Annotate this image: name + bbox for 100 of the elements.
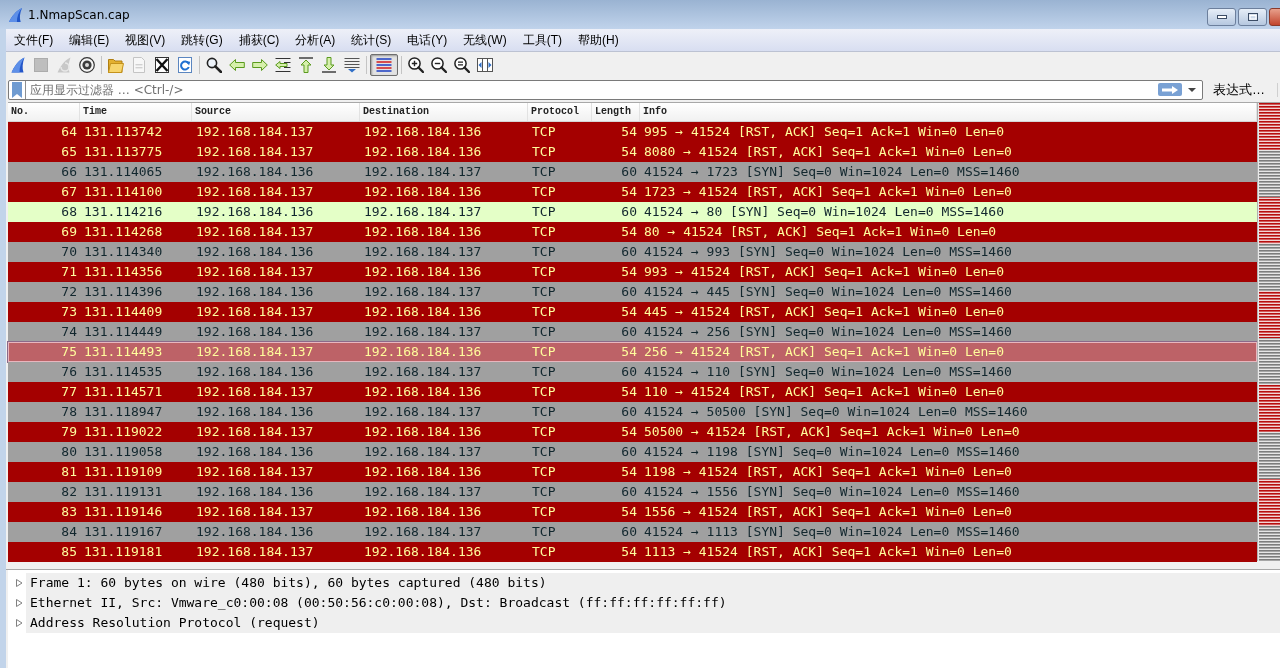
packet-row[interactable]: 66 131.114065 192.168.184.136 192.168.184.137 TCP 60 41524 → 1723 [SYN] Seq=0 Win=1024 Len=0 MSS=1460 — [8, 162, 1257, 182]
menu-item[interactable]: 工具(T) — [514, 29, 570, 51]
table-cell-text: 71 — [60, 263, 78, 281]
column-header[interactable]: Source — [192, 103, 360, 121]
menu-item[interactable]: 文件(F) — [6, 29, 62, 51]
menu-item[interactable]: 视图(V) — [117, 29, 174, 51]
expression-button[interactable]: 表达式… — [1209, 80, 1269, 99]
table-cell-text: 192.168.184.137 — [363, 403, 483, 421]
table-cell-text: 192.168.184.136 — [363, 303, 483, 321]
menu-item[interactable]: 统计(S) — [343, 29, 400, 51]
packet-row[interactable]: 80 131.119058 192.168.184.136 192.168.184.137 TCP 60 41524 → 1198 [SYN] Seq=0 Win=1024 Len=0 MSS=1460 — [8, 442, 1257, 462]
tree-arrow-icon[interactable] — [15, 599, 23, 607]
table-cell-text: 54 — [620, 383, 638, 401]
tree-item[interactable]: Ethernet II, Src: Vmware_c0:00:08 (00:50:56:c0:00:08), Dst: Broadcast (ff:ff:ff:ff:ff:ff) — [26, 593, 1280, 613]
packet-row[interactable]: 73 131.114409 192.168.184.137 192.168.184.136 TCP 54 445 → 41524 [RST, ACK] Seq=1 Ack=1 Win=0 Len=0 — [8, 302, 1257, 322]
minimize-button[interactable] — [1207, 8, 1236, 26]
table-cell-text: 192.168.184.137 — [363, 163, 483, 181]
packet-row[interactable]: 76 131.114535 192.168.184.136 192.168.184.137 TCP 60 41524 → 110 [SYN] Seq=0 Win=1024 Len=0 MSS=1460 — [8, 362, 1257, 382]
table-cell-text: 60 — [620, 363, 638, 381]
table-cell-text: TCP — [531, 403, 557, 421]
table-cell-text: TCP — [531, 523, 557, 541]
table-cell-text: 85 — [60, 543, 78, 561]
table-cell-text: TCP — [531, 343, 557, 361]
table-cell-text: 131.114409 — [83, 303, 164, 321]
packet-row[interactable]: 70 131.114340 192.168.184.136 192.168.184.137 TCP 60 41524 → 993 [SYN] Seq=0 Win=1024 Len=0 MSS=1460 — [8, 242, 1257, 262]
table-cell-text: 41524 → 110 [SYN] Seq=0 Win=1024 Len=0 MSS=1460 — [643, 363, 1013, 381]
table-cell-text: TCP — [531, 503, 557, 521]
colorize-button[interactable] — [370, 53, 398, 76]
table-cell-text: 41524 → 1198 [SYN] Seq=0 Win=1024 Len=0 MSS=1460 — [643, 443, 1021, 461]
table-cell-text: 83 — [60, 503, 78, 521]
table-cell-text: 192.168.184.136 — [195, 403, 315, 421]
table-cell-text: 66 — [60, 163, 78, 181]
tree-item[interactable]: Address Resolution Protocol (request) — [26, 613, 1280, 633]
packet-row[interactable]: 85 131.119181 192.168.184.137 192.168.184.136 TCP 54 1113 → 41524 [RST, ACK] Seq=1 Ack=1 Win=0 Len=0 — [8, 542, 1257, 562]
table-cell-text: 131.114065 — [83, 163, 164, 181]
table-cell-text: TCP — [531, 363, 557, 381]
packet-row[interactable]: 78 131.118947 192.168.184.136 192.168.184.137 TCP 60 41524 → 50500 [SYN] Seq=0 Win=1024 Len=0 MSS=1460 — [8, 402, 1257, 422]
packet-row[interactable]: 68 131.114216 192.168.184.136 192.168.184.137 TCP 60 41524 → 80 [SYN] Seq=0 Win=1024 Len=0 MSS=1460 — [8, 202, 1257, 222]
table-cell-text: TCP — [531, 223, 557, 241]
menu-item[interactable]: 电话(Y) — [399, 29, 456, 51]
packet-row[interactable]: 72 131.114396 192.168.184.136 192.168.184.137 TCP 60 41524 → 445 [SYN] Seq=0 Win=1024 Len=0 MSS=1460 — [8, 282, 1257, 302]
filter-text-input[interactable]: 应用显示过滤器 … <Ctrl-/> — [26, 81, 1158, 98]
tree-arrow-icon[interactable] — [15, 619, 23, 627]
table-cell-text: 192.168.184.137 — [195, 383, 315, 401]
table-cell-text: 54 — [620, 303, 638, 321]
column-header[interactable]: Destination — [360, 103, 528, 121]
table-cell-text: 192.168.184.136 — [195, 523, 315, 541]
packet-row[interactable]: 71 131.114356 192.168.184.137 192.168.184.136 TCP 54 993 → 41524 [RST, ACK] Seq=1 Ack=1 Win=0 Len=0 — [8, 262, 1257, 282]
left-arrow-icon — [229, 56, 245, 73]
table-cell-text: 68 — [60, 203, 78, 221]
stop-square-icon — [33, 56, 49, 73]
table-cell-text: 192.168.184.137 — [363, 283, 483, 301]
table-cell-text: TCP — [531, 543, 557, 561]
packet-row[interactable]: 83 131.119146 192.168.184.137 192.168.184.136 TCP 54 1556 → 41524 [RST, ACK] Seq=1 Ack=1 Win=0 Len=0 — [8, 502, 1257, 522]
packet-row[interactable]: 82 131.119131 192.168.184.136 192.168.184.137 TCP 60 41524 → 1556 [SYN] Seq=0 Win=1024 Len=0 MSS=1460 — [8, 482, 1257, 502]
zoom-in-icon — [408, 56, 424, 73]
table-cell-text: 131.114396 — [83, 283, 164, 301]
table-cell-text: 131.119167 — [83, 523, 164, 541]
table-cell-text: 192.168.184.136 — [363, 503, 483, 521]
column-header[interactable]: No. — [8, 103, 80, 121]
table-cell-text: 192.168.184.137 — [363, 483, 483, 501]
table-cell-text: 69 — [60, 223, 78, 241]
packet-row[interactable]: 77 131.114571 192.168.184.137 192.168.184.136 TCP 54 110 → 41524 [RST, ACK] Seq=1 Ack=1 Win=0 Len=0 — [8, 382, 1257, 402]
table-cell-text: 131.113775 — [83, 143, 164, 161]
menu-item[interactable]: 无线(W) — [455, 29, 515, 51]
packet-row[interactable]: 74 131.114449 192.168.184.136 192.168.184.137 TCP 60 41524 → 256 [SYN] Seq=0 Win=1024 Len=0 MSS=1460 — [8, 322, 1257, 342]
column-header[interactable]: Length — [592, 103, 640, 121]
packet-row[interactable]: 65 131.113775 192.168.184.137 192.168.184.136 TCP 54 8080 → 41524 [RST, ACK] Seq=1 Ack=1 Win=0 Len=0 — [8, 142, 1257, 162]
packet-row[interactable]: 84 131.119167 192.168.184.136 192.168.184.137 TCP 60 41524 → 1113 [SYN] Seq=0 Win=1024 Len=0 MSS=1460 — [8, 522, 1257, 542]
table-cell-text: 41524 → 1723 [SYN] Seq=0 Win=1024 Len=0 MSS=1460 — [643, 163, 1021, 181]
table-cell-text: 192.168.184.137 — [363, 443, 483, 461]
packet-minimap[interactable] — [1257, 103, 1280, 561]
table-cell-text: 1113 → 41524 [RST, ACK] Seq=1 Ack=1 Win=0 Len=0 — [643, 543, 1013, 561]
tree-arrow-icon[interactable] — [15, 579, 23, 587]
table-cell-text: 192.168.184.137 — [195, 463, 315, 481]
column-header[interactable]: Time — [80, 103, 192, 121]
packet-row[interactable]: 81 131.119109 192.168.184.137 192.168.184.136 TCP 54 1198 → 41524 [RST, ACK] Seq=1 Ack=1 Win=0 Len=0 — [8, 462, 1257, 482]
table-cell-text: 192.168.184.137 — [195, 303, 315, 321]
packet-row[interactable]: 69 131.114268 192.168.184.137 192.168.184.136 TCP 54 80 → 41524 [RST, ACK] Seq=1 Ack=1 Win=0 Len=0 — [8, 222, 1257, 242]
menu-item[interactable]: 捕获(C) — [230, 29, 288, 51]
table-cell-text: 192.168.184.137 — [195, 263, 315, 281]
maximize-button[interactable] — [1238, 8, 1267, 26]
menu-item[interactable]: 分析(A) — [287, 29, 344, 51]
menu-item[interactable]: 编辑(E) — [61, 29, 118, 51]
column-header[interactable]: Protocol — [528, 103, 592, 121]
column-resize-icon — [477, 56, 493, 73]
table-cell-text: 256 → 41524 [RST, ACK] Seq=1 Ack=1 Win=0 Len=0 — [643, 343, 1006, 361]
table-cell-text: 192.168.184.136 — [363, 263, 483, 281]
table-cell-text: 60 — [620, 163, 638, 181]
menu-item[interactable]: 跳转(G) — [173, 29, 231, 51]
packet-row[interactable]: 67 131.114100 192.168.184.137 192.168.184.136 TCP 54 1723 → 41524 [RST, ACK] Seq=1 Ack=1 Win=0 Len=0 — [8, 182, 1257, 202]
table-cell-text: 192.168.184.137 — [195, 503, 315, 521]
menu-item[interactable]: 帮助(H) — [570, 29, 627, 51]
table-cell-text: 445 → 41524 [RST, ACK] Seq=1 Ack=1 Win=0 Len=0 — [643, 303, 1006, 321]
display-filter-field[interactable]: 应用显示过滤器 … <Ctrl-/> — [8, 79, 1203, 100]
right-arrow-icon — [252, 56, 268, 73]
packet-row[interactable]: 64 131.113742 192.168.184.137 192.168.184.136 TCP 54 995 → 41524 [RST, ACK] Seq=1 Ack=1 Win=0 Len=0 — [8, 122, 1257, 142]
packet-row[interactable]: 75 131.114493 192.168.184.137 192.168.184.136 TCP 54 256 → 41524 [RST, ACK] Seq=1 Ack=1 Win=0 Len=0 — [8, 342, 1257, 362]
tree-item[interactable]: Frame 1: 60 bytes on wire (480 bits), 60 bytes captured (480 bits) — [26, 573, 1280, 593]
packet-row[interactable]: 79 131.119022 192.168.184.137 192.168.184.136 TCP 54 50500 → 41524 [RST, ACK] Seq=1 Ack=1 Win=0 Len=0 — [8, 422, 1257, 442]
